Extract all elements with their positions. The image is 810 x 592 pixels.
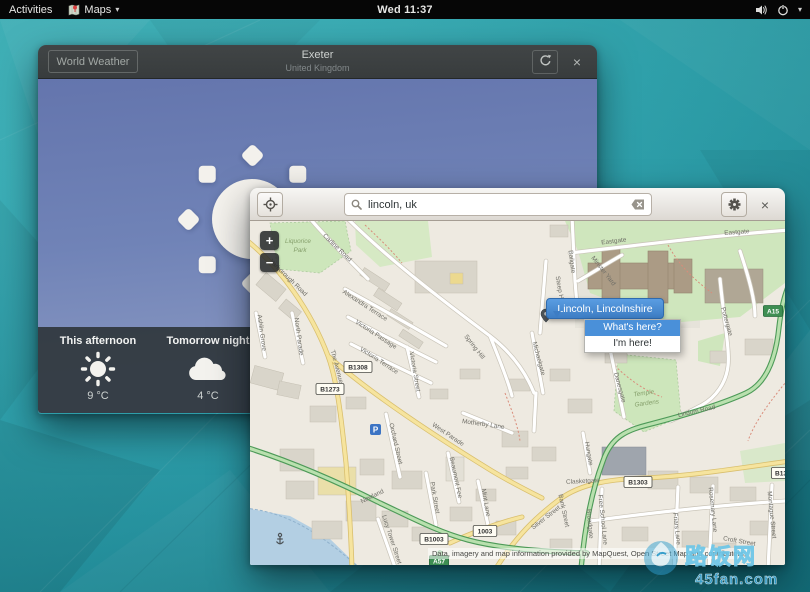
top-bar: Activities Maps ▾ Wed 11:37 ▾ xyxy=(0,0,810,19)
search-value[interactable]: lincoln, uk xyxy=(368,199,631,211)
weather-close-button[interactable]: × xyxy=(566,50,588,74)
svg-text:B1308: B1308 xyxy=(348,365,368,372)
svg-text:B1273: B1273 xyxy=(320,387,340,394)
sun-ray xyxy=(198,256,215,273)
power-icon[interactable] xyxy=(777,4,789,16)
weather-location-title: Exeter xyxy=(38,49,597,61)
map-canvas[interactable]: P LiquoriceParkCarline RoadYarborough Ro… xyxy=(250,221,785,565)
watermark: 路饭网 45fan.com xyxy=(633,530,808,590)
volume-icon[interactable] xyxy=(755,4,768,16)
svg-text:P: P xyxy=(373,426,379,435)
refresh-button[interactable] xyxy=(532,50,558,74)
desktop: Activities Maps ▾ Wed 11:37 ▾ xyxy=(0,0,810,592)
sun-icon xyxy=(52,350,144,388)
crosshair-icon xyxy=(263,197,278,212)
forecast-label: Tomorrow night xyxy=(156,335,260,347)
watermark-site-text: 45fan.com xyxy=(695,571,778,588)
svg-text:A57: A57 xyxy=(433,559,445,565)
svg-text:B1003: B1003 xyxy=(424,537,444,544)
watermark-cjk-text: 路饭网 xyxy=(685,544,757,569)
goto-current-location-button[interactable] xyxy=(257,192,283,217)
road-shield: B1273 xyxy=(316,384,344,395)
caret-down-icon[interactable]: ▾ xyxy=(798,5,802,14)
zoom-in-button[interactable]: + xyxy=(260,231,279,250)
svg-text:B13: B13 xyxy=(775,471,785,478)
watermark-logo-icon xyxy=(644,541,678,575)
sun-ray xyxy=(198,165,215,182)
street-label: Park xyxy=(293,247,307,254)
gear-icon xyxy=(727,197,742,212)
refresh-icon xyxy=(539,54,552,67)
map-svg: P LiquoriceParkCarline RoadYarborough Ro… xyxy=(250,221,785,565)
search-icon xyxy=(351,199,362,210)
place-bubble[interactable]: Lincoln, Lincolnshire xyxy=(546,298,664,319)
zoom-controls: + − xyxy=(260,231,279,272)
sun-ray xyxy=(289,165,306,182)
street-label: Liquorice xyxy=(285,238,311,245)
maps-window: lincoln, uk × xyxy=(250,188,785,565)
forecast-item: This afternoon 9 °C xyxy=(52,335,144,402)
zoom-out-button[interactable]: − xyxy=(260,253,279,272)
clear-icon[interactable] xyxy=(631,199,645,210)
forecast-label: This afternoon xyxy=(52,335,144,347)
road-shield: B13 xyxy=(771,468,785,479)
forecast-item: Tomorrow night 4 °C xyxy=(156,335,260,402)
maps-close-button[interactable]: × xyxy=(754,192,776,217)
forecast-temp: 4 °C xyxy=(156,390,260,402)
clock[interactable]: Wed 11:37 xyxy=(0,4,810,16)
sun-ray xyxy=(176,207,200,231)
search-input[interactable]: lincoln, uk xyxy=(344,193,652,216)
context-menu-item-im-here[interactable]: I'm here! xyxy=(585,336,680,352)
road-shield: B1003 xyxy=(420,534,448,545)
weather-titlebar[interactable]: World Weather Exeter United Kingdom × xyxy=(38,45,597,79)
weather-location-subtitle: United Kingdom xyxy=(38,63,597,73)
road-shield: 1003 xyxy=(473,526,497,537)
svg-text:1003: 1003 xyxy=(478,529,493,536)
settings-button[interactable] xyxy=(721,192,747,217)
cloud-icon xyxy=(156,350,260,388)
road-shield: A15 xyxy=(763,306,782,317)
forecast-temp: 9 °C xyxy=(52,390,144,402)
road-shield: B1303 xyxy=(624,477,652,488)
maps-headerbar[interactable]: lincoln, uk × xyxy=(250,188,785,221)
parking-icon: P xyxy=(370,424,381,435)
svg-text:B1303: B1303 xyxy=(628,480,648,487)
svg-text:A15: A15 xyxy=(767,309,779,316)
road-shield: B1308 xyxy=(344,362,372,373)
sun-ray xyxy=(240,143,264,167)
context-menu-item-whats-here[interactable]: What's here? xyxy=(585,320,680,336)
map-context-menu: What's here? I'm here! xyxy=(584,319,681,353)
